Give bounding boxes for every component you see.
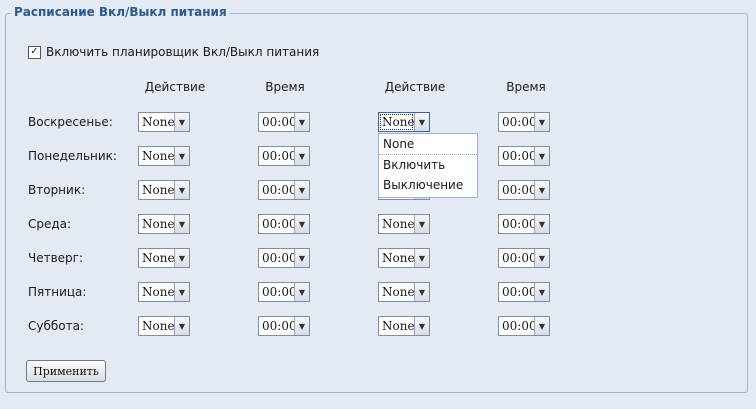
chevron-down-icon[interactable]: ▼ bbox=[534, 181, 549, 199]
day-label: Суббота: bbox=[28, 319, 85, 333]
chevron-down-icon[interactable]: ▼ bbox=[174, 249, 189, 267]
time-2-select[interactable]: 00:00 ▼ bbox=[498, 146, 550, 166]
action-1-select[interactable]: None ▼ bbox=[138, 248, 190, 268]
select-value: None bbox=[142, 285, 174, 299]
dropdown-option-off[interactable]: Выключение bbox=[379, 175, 477, 195]
header-action-1: Действие bbox=[144, 80, 206, 94]
day-label: Вторник: bbox=[28, 183, 86, 197]
select-value: 00:00 bbox=[502, 217, 534, 231]
chevron-down-icon[interactable]: ▼ bbox=[174, 215, 189, 233]
action-1-select[interactable]: None ▼ bbox=[138, 180, 190, 200]
action-dropdown-list[interactable]: None Включить Выключение bbox=[378, 133, 478, 198]
select-value: None bbox=[382, 217, 414, 231]
apply-button[interactable]: Применить bbox=[26, 360, 106, 382]
chevron-down-icon[interactable]: ▼ bbox=[294, 181, 309, 199]
time-1-select[interactable]: 00:00 ▼ bbox=[258, 316, 310, 336]
time-1-select[interactable]: 00:00 ▼ bbox=[258, 248, 310, 268]
dropdown-option-none[interactable]: None bbox=[379, 134, 477, 155]
chevron-down-icon[interactable]: ▼ bbox=[294, 215, 309, 233]
chevron-down-icon[interactable]: ▼ bbox=[534, 317, 549, 335]
time-2-select[interactable]: 00:00 ▼ bbox=[498, 180, 550, 200]
action-2-select[interactable]: None▼ bbox=[378, 316, 430, 336]
day-label: Четверг: bbox=[28, 251, 84, 265]
chevron-down-icon[interactable]: ▼ bbox=[294, 147, 309, 165]
select-value: 00:00 bbox=[502, 183, 534, 197]
chevron-down-icon[interactable]: ▼ bbox=[174, 317, 189, 335]
chevron-down-icon[interactable]: ▼ bbox=[294, 283, 309, 301]
time-1-select[interactable]: 00:00 ▼ bbox=[258, 214, 310, 234]
enable-scheduler-label: Включить планировщик Вкл/Выкл питания bbox=[46, 45, 320, 59]
enable-scheduler-row[interactable]: ✓ Включить планировщик Вкл/Выкл питания bbox=[28, 44, 319, 60]
chevron-down-icon[interactable]: ▼ bbox=[414, 113, 429, 131]
chevron-down-icon[interactable]: ▼ bbox=[534, 249, 549, 267]
action-2-select[interactable]: None▼ bbox=[378, 248, 430, 268]
select-value: None bbox=[142, 217, 174, 231]
select-value: None bbox=[379, 113, 414, 131]
chevron-down-icon[interactable]: ▼ bbox=[534, 215, 549, 233]
select-value: 00:00 bbox=[502, 251, 534, 265]
action-1-select[interactable]: None ▼ bbox=[138, 316, 190, 336]
chevron-down-icon[interactable]: ▼ bbox=[534, 113, 549, 131]
action-2-select[interactable]: None▼ bbox=[378, 214, 430, 234]
time-2-select[interactable]: 00:00 ▼ bbox=[498, 282, 550, 302]
chevron-down-icon[interactable]: ▼ bbox=[174, 113, 189, 131]
chevron-down-icon[interactable]: ▼ bbox=[294, 249, 309, 267]
select-value: None bbox=[142, 319, 174, 333]
select-value: None bbox=[142, 183, 174, 197]
select-value: 00:00 bbox=[502, 285, 534, 299]
time-1-select[interactable]: 00:00 ▼ bbox=[258, 180, 310, 200]
enable-scheduler-checkbox[interactable]: ✓ bbox=[28, 45, 41, 59]
select-value: 00:00 bbox=[262, 285, 294, 299]
select-value: 00:00 bbox=[262, 217, 294, 231]
chevron-down-icon[interactable]: ▼ bbox=[534, 283, 549, 301]
header-action-2: Действие bbox=[384, 80, 446, 94]
day-label: Понедельник: bbox=[28, 149, 117, 163]
day-label: Воскресенье: bbox=[28, 115, 113, 129]
select-value: 00:00 bbox=[262, 149, 294, 163]
header-time-2: Время bbox=[506, 80, 546, 94]
select-value: 00:00 bbox=[262, 319, 294, 333]
select-value: None bbox=[382, 285, 414, 299]
chevron-down-icon[interactable]: ▼ bbox=[294, 317, 309, 335]
time-1-select[interactable]: 00:00 ▼ bbox=[258, 146, 310, 166]
select-value: 00:00 bbox=[502, 115, 534, 129]
select-value: None bbox=[142, 115, 174, 129]
action-1-select[interactable]: None ▼ bbox=[138, 282, 190, 302]
header-time-1: Время bbox=[265, 80, 305, 94]
select-value: None bbox=[142, 251, 174, 265]
select-value: None bbox=[142, 149, 174, 163]
chevron-down-icon[interactable]: ▼ bbox=[174, 147, 189, 165]
select-value: 00:00 bbox=[262, 115, 294, 129]
action-2-select[interactable]: None▼ bbox=[378, 282, 430, 302]
chevron-down-icon[interactable]: ▼ bbox=[414, 249, 429, 267]
action-1-select[interactable]: None ▼ bbox=[138, 112, 190, 132]
day-label: Среда: bbox=[28, 217, 72, 231]
time-2-select[interactable]: 00:00 ▼ bbox=[498, 316, 550, 336]
select-value: 00:00 bbox=[262, 251, 294, 265]
select-value: 00:00 bbox=[502, 149, 534, 163]
select-value: None bbox=[382, 319, 414, 333]
chevron-down-icon[interactable]: ▼ bbox=[414, 317, 429, 335]
action-1-select[interactable]: None ▼ bbox=[138, 214, 190, 234]
time-2-select[interactable]: 00:00 ▼ bbox=[498, 248, 550, 268]
time-1-select[interactable]: 00:00 ▼ bbox=[258, 282, 310, 302]
select-value: 00:00 bbox=[262, 183, 294, 197]
chevron-down-icon[interactable]: ▼ bbox=[414, 215, 429, 233]
chevron-down-icon[interactable]: ▼ bbox=[294, 113, 309, 131]
chevron-down-icon[interactable]: ▼ bbox=[174, 283, 189, 301]
time-2-select[interactable]: 00:00 ▼ bbox=[498, 112, 550, 132]
action-2-select[interactable]: None▼ bbox=[378, 112, 430, 132]
day-label: Пятница: bbox=[28, 285, 87, 299]
chevron-down-icon[interactable]: ▼ bbox=[174, 181, 189, 199]
select-value: None bbox=[382, 251, 414, 265]
power-schedule-fieldset bbox=[5, 13, 748, 393]
dropdown-option-on[interactable]: Включить bbox=[379, 155, 477, 175]
chevron-down-icon[interactable]: ▼ bbox=[534, 147, 549, 165]
section-title: Расписание Вкл/Выкл питания bbox=[11, 4, 230, 20]
time-2-select[interactable]: 00:00 ▼ bbox=[498, 214, 550, 234]
time-1-select[interactable]: 00:00 ▼ bbox=[258, 112, 310, 132]
chevron-down-icon[interactable]: ▼ bbox=[414, 283, 429, 301]
action-1-select[interactable]: None ▼ bbox=[138, 146, 190, 166]
select-value: 00:00 bbox=[502, 319, 534, 333]
